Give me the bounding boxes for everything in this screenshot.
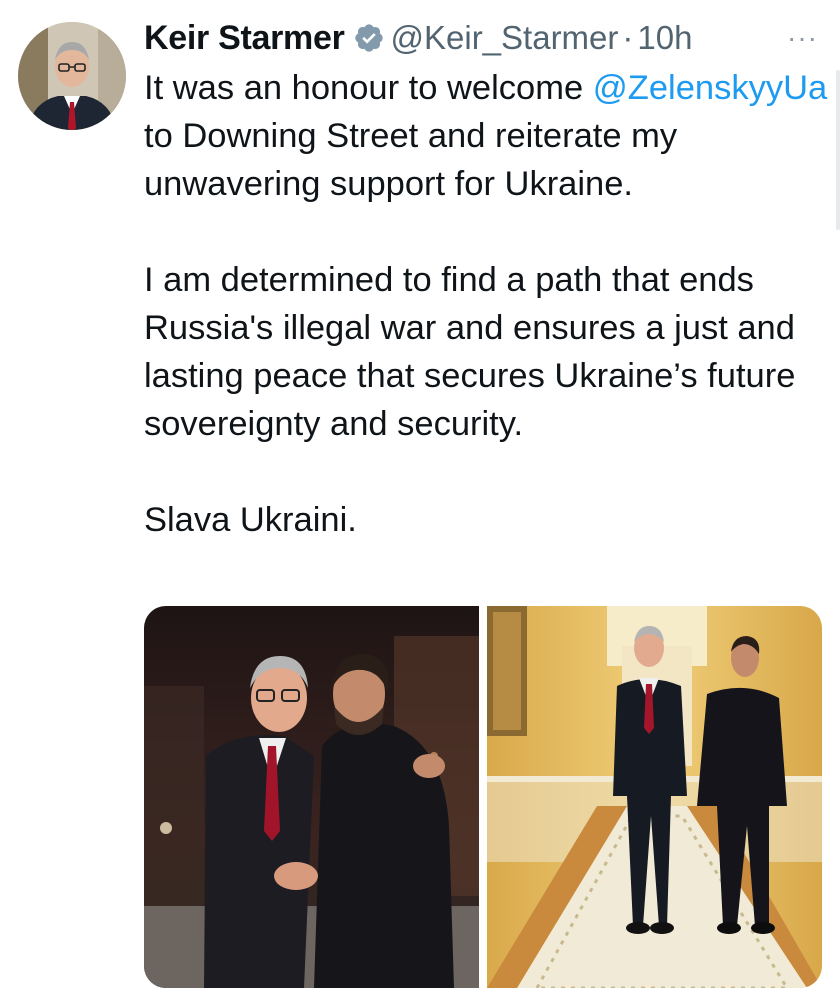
timestamp[interactable]: 10h — [637, 19, 692, 57]
separator-dot: · — [622, 19, 634, 56]
verified-badge-icon[interactable] — [353, 22, 385, 54]
mention-link[interactable]: @ZelenskyyUa — [593, 69, 827, 107]
more-options-icon[interactable]: ··· — [787, 22, 826, 54]
author-name[interactable]: Keir Starmer — [144, 19, 345, 58]
tweet-paragraph-3: Slava Ukraini. — [144, 501, 357, 539]
tweet-text-intro: It was an honour to welcome — [144, 69, 593, 107]
tweet-paragraph-2: I am determined to find a path that ends… — [144, 261, 796, 443]
tweet-paragraph-1: It was an honour to welcome @ZelenskyyUa… — [144, 64, 834, 208]
author-avatar[interactable] — [18, 22, 126, 130]
tweet-media-grid — [144, 606, 822, 988]
scrollbar[interactable] — [836, 70, 840, 230]
photo-corridor-walk[interactable] — [487, 606, 822, 988]
tweet-text-continuation: to Downing Street and reiterate my unwav… — [144, 117, 678, 203]
author-handle[interactable]: @Keir_Starmer — [391, 19, 619, 57]
photo-embrace-night-street[interactable] — [144, 606, 479, 988]
tweet-header: Keir Starmer @Keir_Starmer · 10h ··· — [144, 14, 826, 62]
tweet-body: It was an honour to welcome @ZelenskyyUa… — [144, 64, 834, 544]
